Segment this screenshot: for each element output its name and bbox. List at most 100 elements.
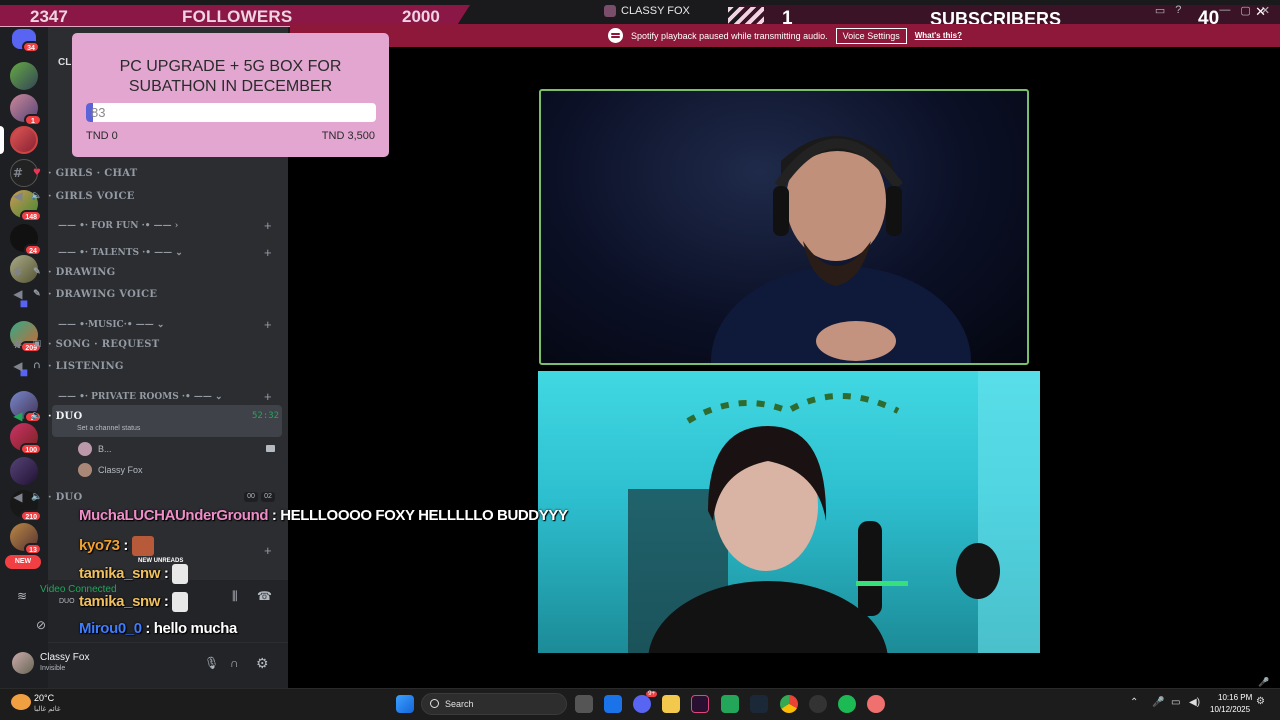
- add-channel-icon[interactable]: +: [264, 245, 272, 260]
- channel-girls-chat[interactable]: # ♥ · GIRLS · CHAT: [10, 163, 282, 183]
- settings-gear-icon[interactable]: ⚙: [256, 655, 269, 672]
- app-icon[interactable]: [721, 695, 739, 713]
- channel-drawing[interactable]: # ✎ · DRAWING: [10, 262, 282, 282]
- chrome-icon[interactable]: [780, 695, 798, 713]
- new-unreads-pill[interactable]: NEW: [5, 555, 41, 569]
- channel-drawing-voice[interactable]: ◀ ✎ · DRAWING VOICE: [10, 284, 282, 304]
- username[interactable]: Classy Fox: [40, 652, 89, 663]
- headphones-icon[interactable]: ∩: [230, 656, 239, 670]
- channel-status[interactable]: Set a channel status: [77, 425, 140, 432]
- pencil-icon: ✎: [33, 289, 41, 299]
- server-icon-selected[interactable]: [10, 126, 38, 154]
- speaker-icon: ◀: [13, 409, 23, 423]
- add-channel-icon[interactable]: +: [264, 218, 272, 233]
- outlook-icon[interactable]: [604, 695, 622, 713]
- camera-off-icon[interactable]: ⊘: [36, 618, 46, 632]
- app-icon: [604, 5, 616, 17]
- screen-icon[interactable]: ▭: [1155, 4, 1165, 17]
- selected-pill: [0, 126, 4, 154]
- goal-progress-bar: 83: [86, 103, 376, 122]
- heart-icon: ♥: [32, 168, 42, 178]
- channel-label: · DUO: [48, 491, 83, 503]
- emote-icon: [172, 564, 189, 584]
- weather-icon[interactable]: [11, 694, 31, 710]
- taskbar-search[interactable]: Search: [421, 693, 567, 715]
- clock-time[interactable]: 10:16 PM: [1218, 693, 1252, 702]
- notification-badge: 9+: [646, 691, 657, 697]
- category-music[interactable]: —— •·MUSIC·• —— ⌄: [58, 317, 278, 333]
- app-icon[interactable]: [809, 695, 827, 713]
- maximize-icon[interactable]: ▢: [1240, 4, 1250, 17]
- clock-date[interactable]: 10/12/2025: [1210, 705, 1250, 714]
- channel-label: · LISTENING: [48, 360, 124, 372]
- channel-song-request[interactable]: # ▣ · SONG · REQUEST: [10, 334, 282, 354]
- user-limit: 02: [261, 492, 275, 502]
- chat-text: :: [160, 592, 169, 610]
- tray-mic-icon[interactable]: 🎤: [1152, 697, 1164, 708]
- whats-this-link[interactable]: What's this?: [915, 31, 962, 40]
- channel-duo-active[interactable]: ◀ 🔈 · DUO: [10, 406, 282, 426]
- chat-username: tamika_snw: [79, 592, 161, 610]
- category-label: —— •·MUSIC·• —— ⌄: [58, 320, 165, 330]
- chat-message: MuchaLUCHAUnderGround : HELLLOOOO FOXY H…: [79, 507, 568, 524]
- unread-badge: 34: [22, 41, 40, 53]
- channel-duo[interactable]: ◀ 🔈 · DUO: [10, 487, 282, 507]
- tray-chevron-icon[interactable]: ⌃: [1130, 697, 1138, 708]
- minimize-icon[interactable]: —: [1219, 4, 1230, 17]
- window-controls: ▭ ? — ▢ ✕: [1155, 4, 1270, 17]
- room-scene: [628, 371, 1040, 653]
- disconnect-icon[interactable]: ☎: [257, 589, 272, 603]
- signal-icon[interactable]: ≋: [17, 589, 27, 603]
- tray-network-icon[interactable]: ▭: [1171, 697, 1180, 708]
- task-view-icon[interactable]: [575, 695, 593, 713]
- file-explorer-icon[interactable]: [662, 695, 680, 713]
- channel-label: · GIRLS VOICE: [48, 190, 135, 202]
- window-title: CLASSY FOX: [604, 5, 690, 17]
- notification-icon[interactable]: ⚙: [1256, 696, 1265, 707]
- discord-icon[interactable]: 9+: [633, 691, 657, 713]
- help-icon[interactable]: ?: [1175, 4, 1181, 17]
- unread-badge: 1: [24, 114, 42, 126]
- voice-member[interactable]: Classy Fox: [78, 463, 143, 477]
- channel-listening[interactable]: ◀ ∩ · LISTENING: [10, 356, 282, 376]
- start-icon[interactable]: [396, 695, 414, 713]
- microphone-icon[interactable]: 🎙: [204, 656, 219, 670]
- app-icon[interactable]: [867, 695, 885, 713]
- category-talents[interactable]: —— •· TALENTS ·• —— ⌄: [58, 245, 278, 261]
- channel-label: · DUO: [48, 410, 83, 422]
- user-status: Invisible: [40, 665, 66, 672]
- discord-home-icon[interactable]: 34: [12, 29, 40, 53]
- weather-temperature[interactable]: 20°C: [34, 693, 54, 703]
- voice-settings-button[interactable]: Voice Settings: [835, 27, 907, 44]
- spotify-icon[interactable]: [838, 695, 856, 713]
- server-icon[interactable]: [10, 457, 38, 485]
- server-icon[interactable]: 1: [10, 94, 42, 126]
- emote-icon: [131, 536, 154, 556]
- close-icon[interactable]: ✕: [1255, 4, 1266, 20]
- category-for-fun[interactable]: —— •· FOR FUN ·• —— ›: [58, 218, 278, 234]
- webcam-feed-top: [539, 89, 1029, 365]
- server-icon[interactable]: 24: [10, 224, 42, 256]
- voice-member[interactable]: B...: [78, 442, 112, 456]
- add-channel-icon[interactable]: +: [264, 317, 272, 332]
- channel-girls-voice[interactable]: ◀ 🔈 · GIRLS VOICE: [10, 186, 282, 206]
- add-channel-icon[interactable]: +: [264, 543, 272, 558]
- app-icon[interactable]: [691, 695, 709, 713]
- avatar[interactable]: [12, 652, 34, 674]
- goal-max: TND 3,500: [321, 130, 375, 142]
- noise-suppression-icon[interactable]: ⫼: [232, 589, 238, 604]
- speaker-icon: 🔈: [31, 411, 43, 421]
- steam-icon[interactable]: [750, 695, 768, 713]
- server-icon[interactable]: 13: [10, 523, 42, 555]
- speaker-icon: 🔈: [31, 191, 43, 201]
- chat-message: Mirou0_0 : hello mucha: [79, 620, 237, 637]
- server-icon[interactable]: 100: [10, 423, 42, 455]
- add-channel-icon[interactable]: +: [264, 389, 272, 404]
- tray-volume-icon[interactable]: ◀): [1189, 697, 1200, 708]
- server-name[interactable]: CL: [58, 57, 71, 68]
- user-panel: [48, 643, 288, 688]
- category-private-rooms[interactable]: —— •· PRIVATE ROOMS ·• —— ⌄: [58, 389, 278, 405]
- weather-description[interactable]: غائم غالبا: [34, 705, 61, 713]
- window-title-text: CLASSY FOX: [621, 5, 690, 17]
- server-icon[interactable]: [10, 62, 38, 90]
